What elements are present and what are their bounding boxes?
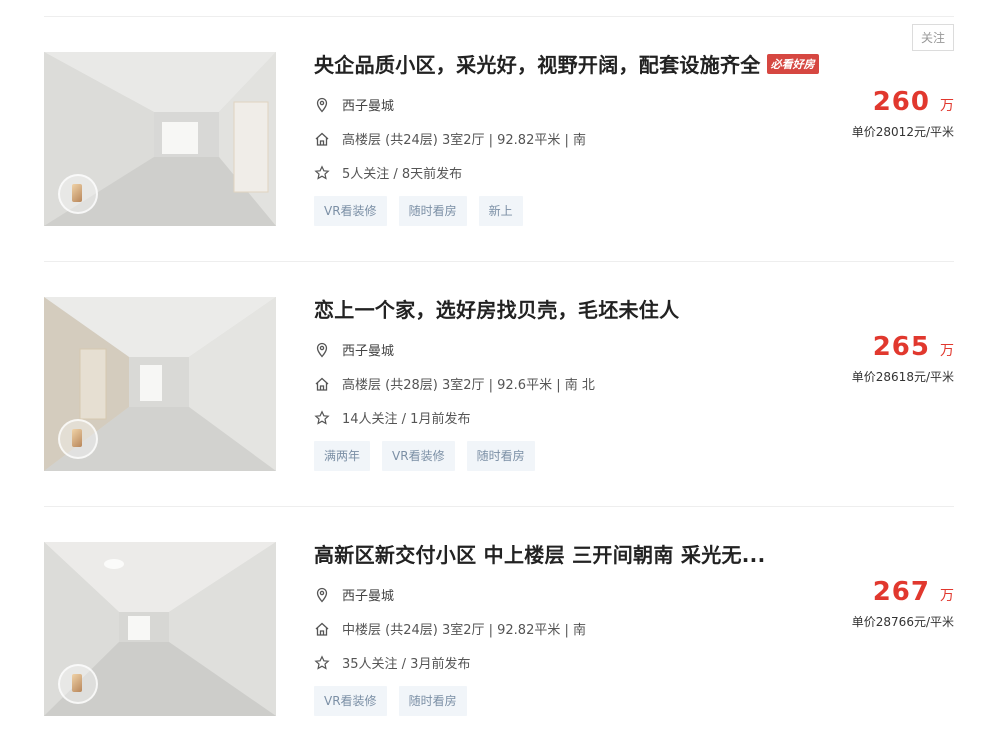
listing-list: 关注 央企品质小区，采光好，视野开阔，配套设施齐全 必看好房 西子曼城 高楼层 … bbox=[44, 16, 954, 751]
unit-price: 单价28766元/平米 bbox=[851, 615, 954, 629]
listing-photo[interactable] bbox=[44, 542, 276, 716]
total-price: 260 bbox=[872, 87, 930, 117]
price-unit: 万 bbox=[940, 588, 954, 604]
listing-photo[interactable] bbox=[44, 52, 276, 226]
location-pin-icon bbox=[316, 97, 328, 112]
house-icon bbox=[315, 132, 329, 146]
follow-info-text: 14人关注 / 1月前发布 bbox=[342, 412, 471, 427]
list-item[interactable]: 恋上一个家，选好房找贝壳，毛坯未住人 西子曼城 高楼层 (共28层) 3室2厅 … bbox=[44, 262, 954, 507]
house-info: 高楼层 (共24层) 3室2厅 | 92.82平米 | 南 bbox=[314, 129, 586, 148]
listing-location: 西子曼城 bbox=[314, 340, 394, 359]
vr-badge-icon bbox=[58, 664, 98, 704]
unit-price: 单价28012元/平米 bbox=[851, 125, 954, 139]
listing-title[interactable]: 央企品质小区，采光好，视野开阔，配套设施齐全 bbox=[314, 49, 761, 78]
follow-info: 14人关注 / 1月前发布 bbox=[314, 408, 470, 427]
tag: 随时看房 bbox=[398, 686, 467, 716]
vr-badge-icon bbox=[58, 419, 98, 459]
tag-list: VR看装修 随时看房 新上 bbox=[314, 196, 535, 226]
house-info-text: 高楼层 (共24层) 3室2厅 | 92.82平米 | 南 bbox=[342, 133, 586, 148]
hot-listing-badge: 必看好房 bbox=[766, 53, 819, 74]
tag: VR看装修 bbox=[314, 196, 387, 226]
total-price: 267 bbox=[872, 577, 930, 607]
price-block: 267 万 单价28766元/平米 bbox=[852, 577, 954, 630]
house-info-text: 高楼层 (共28层) 3室2厅 | 92.6平米 | 南 北 bbox=[342, 378, 595, 393]
price-unit: 万 bbox=[940, 98, 954, 114]
listing-location: 西子曼城 bbox=[314, 585, 394, 604]
tag: VR看装修 bbox=[314, 686, 387, 716]
listing-photo[interactable] bbox=[44, 297, 276, 471]
house-info: 高楼层 (共28层) 3室2厅 | 92.6平米 | 南 北 bbox=[314, 374, 595, 393]
tag: 新上 bbox=[478, 196, 523, 226]
community-name[interactable]: 西子曼城 bbox=[342, 340, 394, 359]
total-price: 265 bbox=[872, 332, 930, 362]
house-info: 中楼层 (共24层) 3室2厅 | 92.82平米 | 南 bbox=[314, 619, 586, 638]
listing-title[interactable]: 高新区新交付小区 中上楼层 三开间朝南 采光无... bbox=[314, 539, 765, 568]
star-icon bbox=[314, 654, 330, 670]
location-pin-icon bbox=[316, 587, 328, 602]
listing-title[interactable]: 恋上一个家，选好房找贝壳，毛坯未住人 bbox=[314, 294, 679, 323]
tag-list: VR看装修 随时看房 bbox=[314, 686, 479, 716]
unit-price: 单价28618元/平米 bbox=[851, 370, 954, 384]
follow-info: 5人关注 / 8天前发布 bbox=[314, 163, 462, 182]
follow-button[interactable]: 关注 bbox=[911, 24, 954, 51]
house-icon bbox=[315, 377, 329, 391]
tag: 满两年 bbox=[314, 441, 371, 471]
price-block: 260 万 单价28012元/平米 bbox=[852, 87, 954, 140]
house-info-text: 中楼层 (共24层) 3室2厅 | 92.82平米 | 南 bbox=[342, 623, 586, 638]
tag-list: 满两年 VR看装修 随时看房 bbox=[314, 441, 547, 471]
list-item[interactable]: 高新区新交付小区 中上楼层 三开间朝南 采光无... 西子曼城 中楼层 (共24… bbox=[44, 507, 954, 751]
house-icon bbox=[315, 622, 329, 636]
vr-badge-icon bbox=[58, 174, 98, 214]
follow-info-text: 5人关注 / 8天前发布 bbox=[342, 167, 463, 182]
star-icon bbox=[314, 164, 330, 180]
tag: 随时看房 bbox=[466, 441, 535, 471]
location-pin-icon bbox=[316, 342, 328, 357]
listing-location: 西子曼城 bbox=[314, 95, 394, 114]
community-name[interactable]: 西子曼城 bbox=[342, 95, 394, 114]
price-unit: 万 bbox=[940, 343, 954, 359]
community-name[interactable]: 西子曼城 bbox=[342, 585, 394, 604]
follow-info: 35人关注 / 3月前发布 bbox=[314, 653, 470, 672]
follow-info-text: 35人关注 / 3月前发布 bbox=[342, 657, 471, 672]
star-icon bbox=[314, 409, 330, 425]
price-block: 265 万 单价28618元/平米 bbox=[852, 332, 954, 385]
list-item[interactable]: 关注 央企品质小区，采光好，视野开阔，配套设施齐全 必看好房 西子曼城 高楼层 … bbox=[44, 17, 954, 262]
tag: VR看装修 bbox=[382, 441, 455, 471]
tag: 随时看房 bbox=[398, 196, 467, 226]
